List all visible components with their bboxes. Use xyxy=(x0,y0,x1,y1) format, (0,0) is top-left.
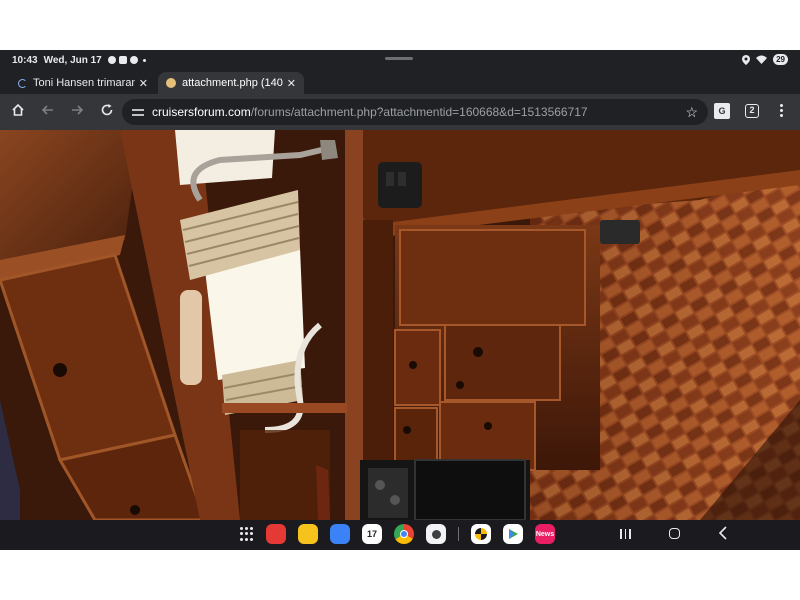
camera-icon[interactable] xyxy=(426,524,446,544)
tab-title: Toni Hansen trimaran - | xyxy=(33,77,135,89)
site-settings-icon[interactable] xyxy=(132,107,144,117)
tablet-screen: 10:43 Wed, Jun 17 29 Toni Hansen trimara… xyxy=(0,50,800,550)
attachment-image xyxy=(0,130,800,520)
arrow-right-icon xyxy=(72,105,84,115)
loading-icon xyxy=(18,78,27,88)
chevron-left-icon xyxy=(718,526,727,540)
translate-icon[interactable]: G xyxy=(714,103,730,119)
status-bar: 10:43 Wed, Jun 17 29 xyxy=(0,50,800,70)
back-button[interactable] xyxy=(38,102,58,122)
forward-button[interactable] xyxy=(67,102,87,122)
navigation-keys xyxy=(620,526,728,543)
notification-icon xyxy=(107,56,116,64)
tab-strip: Toni Hansen trimaran - | ✕ attachment.ph… xyxy=(0,70,800,109)
play-store-icon[interactable] xyxy=(503,524,523,544)
arrow-left-icon xyxy=(41,105,53,115)
recents-button[interactable] xyxy=(620,529,631,543)
play-triangle-icon xyxy=(509,529,518,539)
notification-icon xyxy=(118,56,127,64)
back-key[interactable] xyxy=(718,526,728,543)
bookmark-star-icon[interactable]: ☆ xyxy=(685,104,698,121)
notification-icon xyxy=(129,56,138,64)
chrome-icon[interactable] xyxy=(394,524,414,544)
files-icon[interactable] xyxy=(298,524,318,544)
date: Wed, Jun 17 xyxy=(43,54,102,66)
url-path: /forums/attachment.php?attachmentid=1606… xyxy=(250,105,588,119)
battery-indicator: 29 xyxy=(773,54,788,65)
clock: 10:43 xyxy=(12,54,38,66)
pinwheel-icon[interactable] xyxy=(471,524,491,544)
app-drawer-icon[interactable] xyxy=(240,527,254,541)
tab-title: attachment.php (1409×1 xyxy=(182,77,283,89)
app-dock: 17 News xyxy=(240,524,555,544)
tab-switcher-button[interactable]: 2 xyxy=(745,104,759,118)
wifi-icon xyxy=(756,55,768,64)
favicon-icon xyxy=(166,78,176,88)
menu-icon[interactable] xyxy=(780,104,784,120)
more-notifications-icon xyxy=(142,58,146,62)
flipboard-icon[interactable] xyxy=(266,524,286,544)
browser-toolbar: cruisersforum.com/forums/attachment.php?… xyxy=(0,94,800,130)
tab-toni-hansen[interactable]: Toni Hansen trimaran - | ✕ xyxy=(10,72,156,94)
tab-attachment[interactable]: attachment.php (1409×1 ✕ xyxy=(158,72,304,94)
close-icon[interactable]: ✕ xyxy=(139,77,148,90)
home-icon xyxy=(12,103,24,116)
location-icon xyxy=(742,54,751,65)
reload-button[interactable] xyxy=(97,102,117,122)
drag-handle[interactable] xyxy=(385,57,413,60)
boat-interior-photo xyxy=(0,130,800,520)
dock-divider xyxy=(458,527,459,541)
home-button[interactable] xyxy=(8,102,28,122)
messages-icon[interactable] xyxy=(330,524,350,544)
news-icon[interactable]: News xyxy=(535,524,555,544)
url-text[interactable]: cruisersforum.com/forums/attachment.php?… xyxy=(152,105,685,119)
taskbar: 17 News xyxy=(0,520,800,550)
calendar-icon[interactable]: 17 xyxy=(362,524,382,544)
url-domain: cruisersforum.com xyxy=(152,105,251,119)
status-right: 29 xyxy=(742,54,788,65)
address-bar[interactable]: cruisersforum.com/forums/attachment.php?… xyxy=(122,99,708,125)
reload-icon xyxy=(101,104,113,116)
close-icon[interactable]: ✕ xyxy=(287,77,296,90)
home-key[interactable] xyxy=(668,528,680,539)
